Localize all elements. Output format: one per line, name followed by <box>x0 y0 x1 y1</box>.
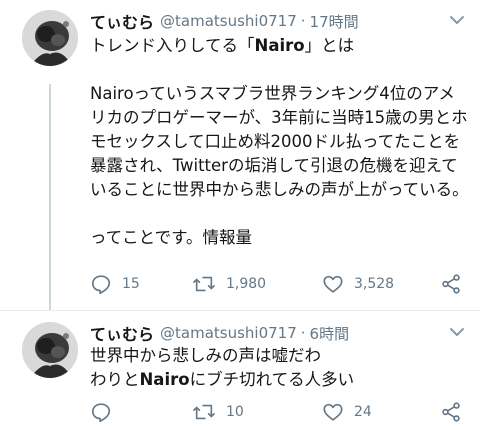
tweet-text-part: 」とは Nairoっていうスマブラ世界ランキング4位のアメリカのプロゲーマーが、… <box>90 36 469 247</box>
divider <box>0 310 480 311</box>
share-icon <box>440 401 462 423</box>
tweet-text-part: にブチ切れてる人多い <box>189 370 355 389</box>
reply-icon <box>90 273 112 295</box>
tweet-actions: 15 1,980 3,528 <box>90 272 470 296</box>
share-button[interactable] <box>440 272 462 296</box>
retweet-icon <box>192 401 216 423</box>
like-icon <box>322 401 344 423</box>
chevron-down-icon[interactable] <box>448 12 466 26</box>
user-handle[interactable]: @tamatsushi0717 <box>160 12 297 30</box>
tweet[interactable]: てぃむら @tamatsushi0717 · 17時間 トレンド入りしてる「Na… <box>0 0 480 310</box>
reply-button[interactable]: 15 <box>90 272 140 296</box>
separator: · <box>300 324 306 342</box>
tweet-text-part: トレンド入りしてる「 <box>90 36 255 55</box>
avatar[interactable] <box>22 10 78 66</box>
tweet-text: トレンド入りしてる「Nairo」とは Nairoっていうスマブラ世界ランキング4… <box>90 34 470 250</box>
separator: · <box>300 12 306 30</box>
tweet-header: てぃむら @tamatsushi0717 · 17時間 <box>90 10 359 32</box>
like-count: 24 <box>354 404 372 420</box>
share-button[interactable] <box>440 400 462 424</box>
tweet-text-bold: Nairo <box>139 370 190 389</box>
user-handle[interactable]: @tamatsushi0717 <box>160 324 297 342</box>
like-button[interactable]: 3,528 <box>322 272 394 296</box>
avatar[interactable] <box>22 322 78 378</box>
retweet-count: 1,980 <box>226 276 267 292</box>
reply-button[interactable] <box>90 400 122 424</box>
retweet-button[interactable]: 1,980 <box>192 272 266 296</box>
reply-icon <box>90 401 112 423</box>
tweet-text: 世界中から悲しみの声は嘘だわ わりとNairoにブチ切れてる人多い <box>90 344 470 392</box>
tweet-header: てぃむら @tamatsushi0717 · 6時間 <box>90 322 349 344</box>
tweet-text-bold: Nairo <box>254 36 305 55</box>
tweet[interactable]: てぃむら @tamatsushi0717 · 6時間 世界中から悲しみの声は嘘だ… <box>0 312 480 430</box>
retweet-button[interactable]: 10 <box>192 400 244 424</box>
like-count: 3,528 <box>354 276 395 292</box>
timestamp[interactable]: 6時間 <box>310 323 350 344</box>
retweet-icon <box>192 273 216 295</box>
like-icon <box>322 273 344 295</box>
reply-count: 15 <box>122 276 140 292</box>
chevron-down-icon[interactable] <box>448 324 466 338</box>
like-button[interactable]: 24 <box>322 400 372 424</box>
retweet-count: 10 <box>226 404 244 420</box>
tweet-actions: 10 24 <box>90 400 470 424</box>
display-name[interactable]: てぃむら <box>90 9 154 33</box>
share-icon <box>440 273 462 295</box>
display-name[interactable]: てぃむら <box>90 321 154 345</box>
timestamp[interactable]: 17時間 <box>310 11 359 32</box>
